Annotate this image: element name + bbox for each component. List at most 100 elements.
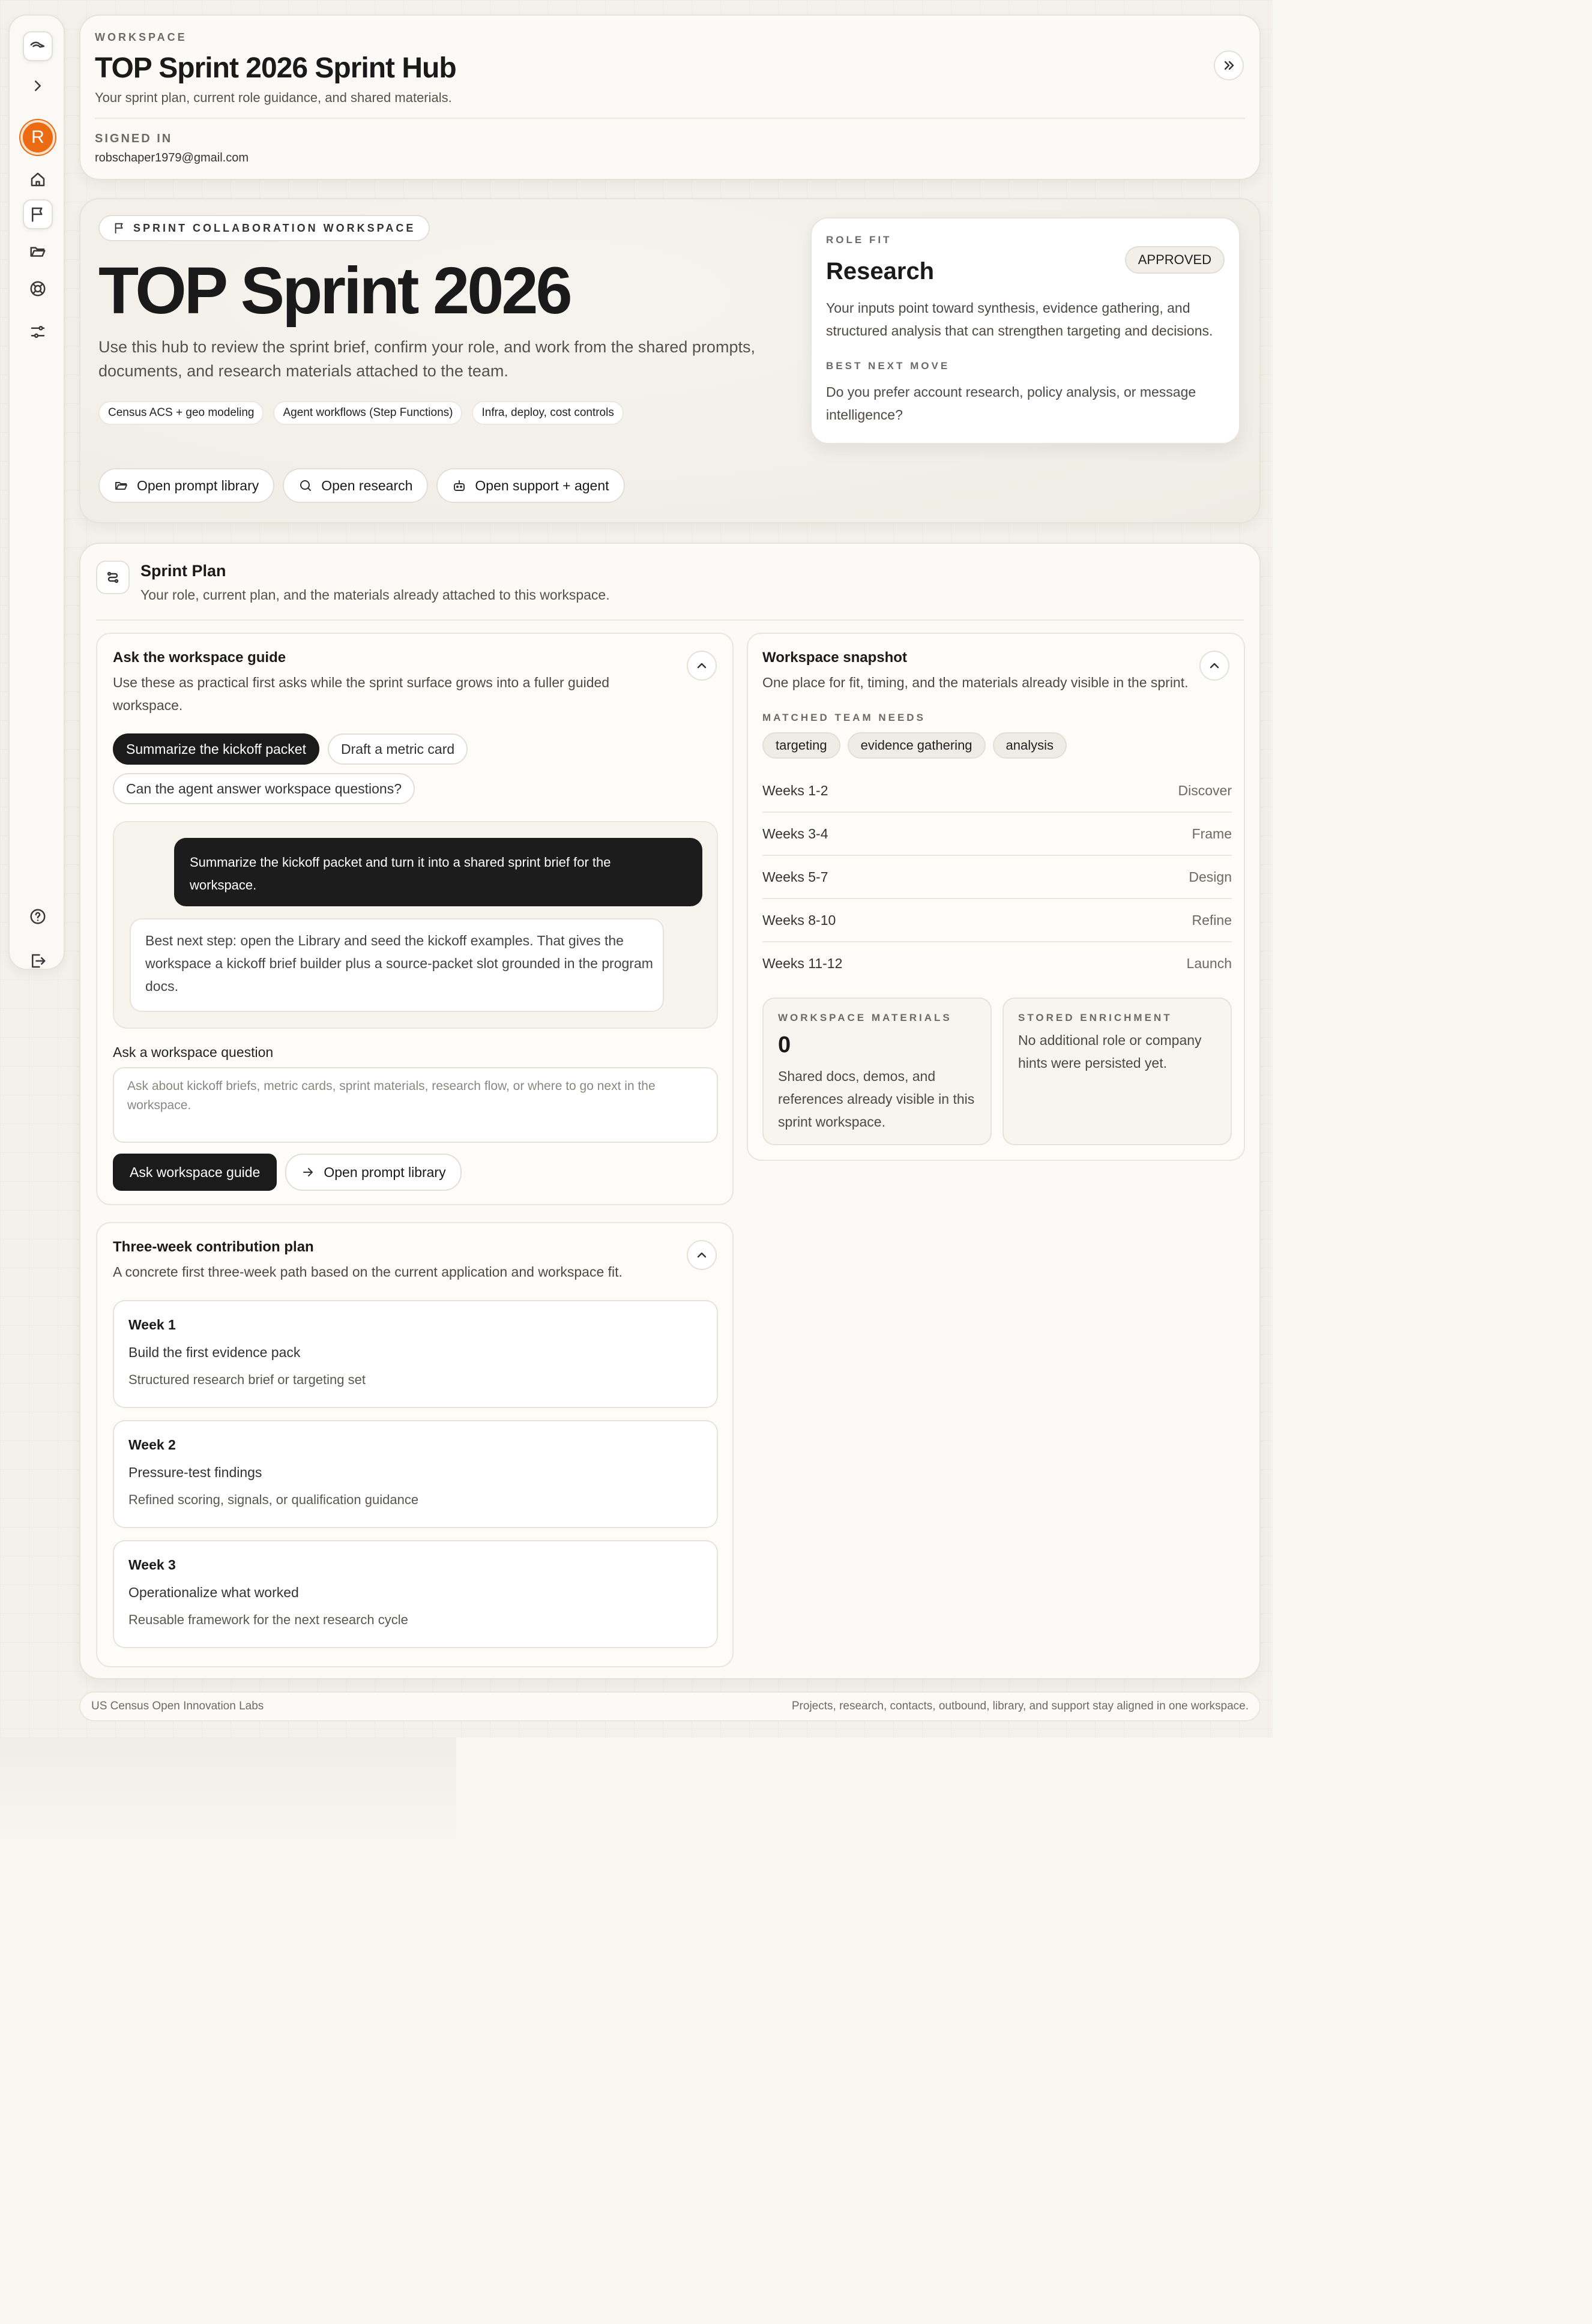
timeline-weeks: Weeks 3-4 (762, 826, 828, 841)
snapshot-subtitle: One place for fit, timing, and the mater… (762, 675, 1189, 690)
chevron-up-icon (1210, 663, 1219, 669)
suggestion-chip[interactable]: Draft a metric card (327, 733, 468, 765)
timeline-phase: Frame (1192, 826, 1232, 841)
collapse-guide-button[interactable] (687, 651, 717, 681)
log-out-icon (32, 954, 46, 968)
library-nav-button[interactable] (23, 236, 53, 266)
week-goal: Operationalize what worked (128, 1585, 299, 1600)
home-nav-button[interactable] (23, 164, 53, 194)
sprint-plan-subtitle: Your role, current plan, and the materia… (140, 587, 610, 603)
enrichment-line1: No additional role or company (1018, 1032, 1202, 1048)
timeline-row: Weeks 11-12 Launch (762, 942, 1232, 986)
sprint-nav-button[interactable] (23, 199, 53, 229)
header-eyebrow: WORKSPACE (95, 31, 187, 43)
settings-nav-button[interactable] (23, 317, 53, 347)
hero-chip-list: Census ACS + geo modeling Agent workflow… (98, 401, 624, 425)
question-placeholder-line1: Ask about kickoff briefs, metric cards, … (127, 1079, 656, 1093)
chevron-right-icon (35, 80, 41, 91)
help-icon (30, 909, 46, 924)
need-chip: analysis (992, 732, 1067, 759)
matched-needs-list: targeting evidence gathering analysis (762, 732, 1067, 759)
workspace-header: WORKSPACE TOP Sprint 2026 Sprint Hub You… (79, 14, 1261, 180)
app-shade (0, 1738, 456, 1858)
timeline-row: Weeks 5-7 Design (762, 856, 1232, 899)
collapse-header-button[interactable] (1214, 50, 1244, 80)
open-support-label: Open support + agent (475, 477, 609, 493)
week-goal: Pressure-test findings (128, 1465, 262, 1480)
week-output: Structured research brief or targeting s… (128, 1372, 366, 1387)
stored-enrichment-card: STORED ENRICHMENT No additional role or … (1003, 998, 1232, 1145)
folder-open-icon (115, 482, 127, 490)
signed-in-email: robschaper1979@gmail.com (95, 151, 249, 164)
materials-label: WORKSPACE MATERIALS (778, 1012, 952, 1023)
week-card: Week 1 Build the first evidence pack Str… (113, 1300, 718, 1408)
footer: US Census Open Innovation Labs Projects,… (79, 1691, 1261, 1721)
contribution-title: Three-week contribution plan (113, 1239, 314, 1255)
suggestion-chip[interactable]: Can the agent answer workspace questions… (113, 773, 415, 804)
footer-tagline: Projects, research, contacts, outbound, … (791, 1700, 1249, 1712)
timeline-phase: Discover (1178, 783, 1232, 798)
suggestion-chip[interactable]: Summarize the kickoff packet (113, 733, 319, 765)
avatar-initial: R (31, 127, 44, 147)
contribution-plan-panel: Three-week contribution plan A concrete … (96, 1222, 734, 1667)
question-input[interactable]: Ask about kickoff briefs, metric cards, … (113, 1067, 718, 1143)
sprint-plan-title: Sprint Plan (140, 562, 226, 580)
week-label: Week 1 (128, 1317, 176, 1332)
support-nav-button[interactable] (23, 274, 53, 304)
workspace-snapshot-panel: Workspace snapshot One place for fit, ti… (747, 633, 1245, 1161)
sprint-plan-section: Sprint Plan Your role, current plan, and… (79, 543, 1261, 1679)
role-fit-line2: structured analysis that can strengthen … (826, 323, 1213, 339)
guide-actions: Ask workspace guide Open prompt library (113, 1154, 462, 1191)
timeline-weeks: Weeks 11-12 (762, 956, 843, 971)
open-prompt-library-secondary-button[interactable]: Open prompt library (285, 1154, 462, 1191)
timeline-list: Weeks 1-2 Discover Weeks 3-4 Frame Weeks… (762, 769, 1232, 986)
timeline-phase: Design (1189, 869, 1232, 885)
ask-workspace-guide-button[interactable]: Ask workspace guide (113, 1154, 277, 1191)
contribution-subtitle: A concrete first three-week path based o… (113, 1264, 623, 1280)
bot-icon (454, 480, 465, 491)
guide-title: Ask the workspace guide (113, 649, 286, 666)
help-button[interactable] (23, 902, 53, 932)
role-fit-card: ROLE FIT Research APPROVED Your inputs p… (810, 217, 1240, 444)
workspace-guide-panel: Ask the workspace guide Use these as pra… (96, 633, 734, 1205)
lifebuoy-icon (30, 281, 46, 297)
week-label: Week 2 (128, 1437, 176, 1452)
open-support-button[interactable]: Open support + agent (436, 468, 625, 503)
week-card: Week 2 Pressure-test findings Refined sc… (113, 1420, 718, 1528)
open-prompt-library-button[interactable]: Open prompt library (98, 468, 275, 503)
chevron-up-icon (697, 1252, 707, 1258)
expand-sidebar-button[interactable] (23, 71, 53, 101)
flag-icon (115, 223, 123, 234)
chevrons-right-icon (1224, 61, 1234, 70)
timeline-weeks: Weeks 8-10 (762, 912, 836, 928)
open-prompt-library-secondary-label: Open prompt library (324, 1164, 446, 1180)
matched-needs-label: MATCHED TEAM NEEDS (762, 712, 926, 723)
hero-chip: Census ACS + geo modeling (98, 401, 264, 425)
timeline-row: Weeks 1-2 Discover (762, 769, 1232, 813)
week-label: Week 3 (128, 1557, 176, 1573)
timeline-row: Weeks 8-10 Refine (762, 899, 1232, 942)
logo-icon[interactable] (23, 31, 53, 61)
best-next-move-label: BEST NEXT MOVE (826, 360, 950, 372)
signed-in-label: SIGNED IN (95, 132, 173, 145)
timeline-row: Weeks 3-4 Frame (762, 813, 1232, 856)
folder-open-icon (30, 247, 46, 257)
open-prompt-library-label: Open prompt library (137, 477, 259, 493)
collapse-snapshot-button[interactable] (1199, 651, 1229, 681)
guide-desc-line1: Use these as practical first asks while … (113, 675, 610, 690)
materials-line2: references already visible in this (778, 1091, 975, 1107)
timeline-phase: Launch (1186, 956, 1232, 971)
role-fit-eyebrow: ROLE FIT (826, 234, 892, 245)
need-chip: evidence gathering (847, 732, 986, 759)
timeline-weeks: Weeks 5-7 (762, 869, 828, 885)
avatar[interactable]: R (20, 120, 55, 155)
workspace-materials-card: WORKSPACE MATERIALS 0 Shared docs, demos… (762, 998, 992, 1145)
chat-thread: Summarize the kickoff packet and turn it… (113, 821, 718, 1029)
open-research-button[interactable]: Open research (283, 468, 429, 503)
sign-out-button[interactable] (23, 946, 53, 976)
collapse-contribution-button[interactable] (687, 1240, 717, 1270)
plan-divider (96, 619, 1244, 621)
flag-icon (32, 207, 43, 222)
assistant-message: Best next step: open the Library and see… (130, 918, 664, 1012)
arrow-right-icon (303, 1168, 313, 1176)
